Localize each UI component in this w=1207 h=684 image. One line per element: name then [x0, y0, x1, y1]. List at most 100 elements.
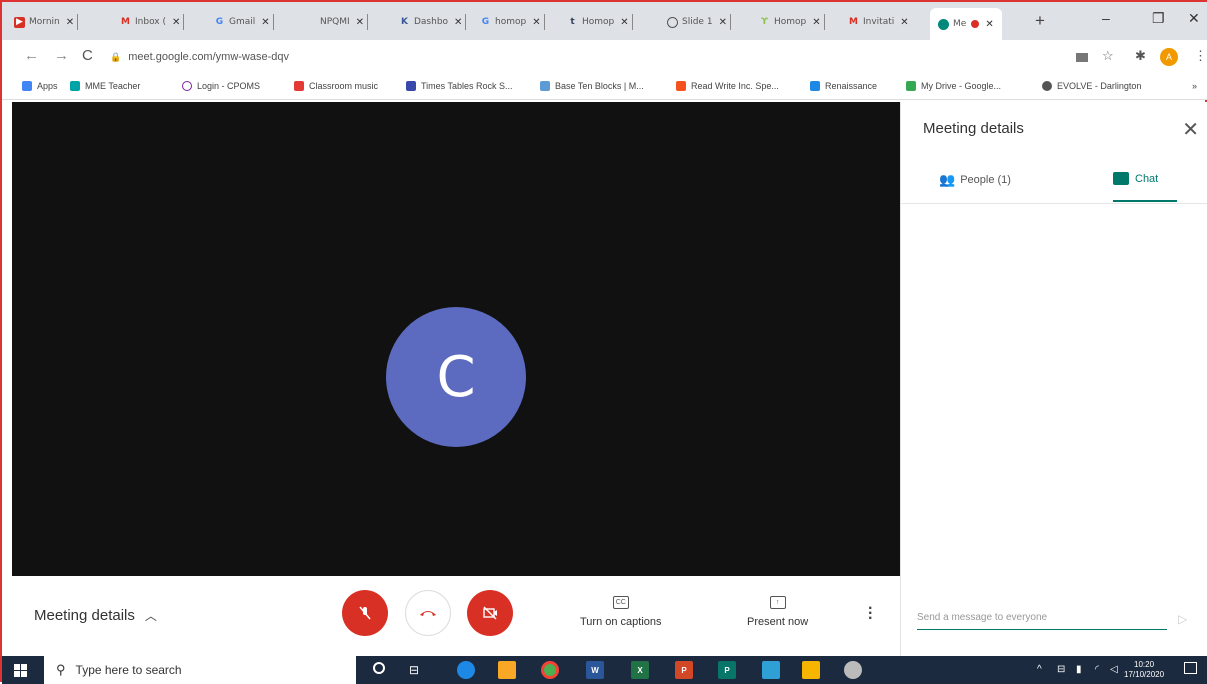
- drive-icon: [906, 81, 916, 91]
- word-icon[interactable]: W: [586, 661, 604, 679]
- bookmark-renaissance[interactable]: Renaissance: [810, 81, 877, 91]
- chat-icon: [1113, 172, 1129, 185]
- edge-icon[interactable]: [457, 661, 475, 679]
- mme-icon: [70, 81, 80, 91]
- tab-8[interactable]: Slide 1 ✕: [667, 10, 731, 34]
- close-icon[interactable]: ✕: [454, 17, 462, 28]
- close-window-button[interactable]: ✕: [1188, 10, 1200, 27]
- extensions-icon[interactable]: ✱: [1135, 48, 1146, 64]
- system-clock[interactable]: 10:20 17/10/2020: [1124, 660, 1164, 680]
- tab-title: Gmail: [229, 17, 256, 27]
- app-icon[interactable]: [762, 661, 780, 679]
- bookmark-base-ten[interactable]: Base Ten Blocks | M...: [540, 81, 644, 91]
- close-icon[interactable]: ✕: [900, 17, 908, 28]
- bookmark-apps[interactable]: Apps: [22, 81, 58, 91]
- paint-icon[interactable]: [844, 661, 862, 679]
- tab-title: Dashbo: [413, 17, 448, 27]
- close-icon[interactable]: ✕: [261, 17, 269, 28]
- tab-7[interactable]: t Homop ✕: [567, 10, 633, 34]
- bookmark-evolve[interactable]: EVOLVE - Darlington: [1042, 81, 1141, 91]
- close-icon[interactable]: ✕: [172, 17, 180, 28]
- mic-toggle-button[interactable]: [342, 590, 388, 636]
- tab-people[interactable]: 👥 People (1): [939, 172, 1011, 188]
- meeting-details-panel: Meeting details ✕ 👥 People (1) Chat Send…: [900, 102, 1207, 656]
- camera-toggle-button[interactable]: [467, 590, 513, 636]
- panel-title: Meeting details: [923, 120, 1024, 137]
- bookmark-label: Read Write Inc. Spe...: [691, 81, 779, 91]
- url-text: meet.google.com/ymw-wase-dqv: [128, 51, 290, 63]
- publisher-icon[interactable]: P: [718, 661, 736, 679]
- tab-3[interactable]: G Gmail ✕: [214, 10, 274, 34]
- close-icon[interactable]: ✕: [620, 17, 628, 28]
- windows-start-icon[interactable]: [14, 664, 27, 677]
- powerpoint-icon[interactable]: P: [675, 661, 693, 679]
- menu-icon[interactable]: ⋮: [1194, 48, 1207, 64]
- bookmark-cpoms[interactable]: Login - CPOMS: [182, 81, 260, 91]
- cortana-icon[interactable]: [373, 662, 385, 674]
- excel-icon[interactable]: X: [631, 661, 649, 679]
- tab-chat[interactable]: Chat: [1113, 172, 1158, 185]
- tab-title: Invitati: [863, 17, 895, 27]
- windows-taskbar: ⚲ Type here to search ⊟ W X P P ^ ⊟ ▮ ◜ …: [2, 656, 1207, 684]
- back-icon[interactable]: ←: [24, 47, 39, 64]
- file-explorer-icon[interactable]: [498, 661, 516, 679]
- chat-message-input[interactable]: Send a message to everyone: [917, 610, 1167, 630]
- close-icon[interactable]: ✕: [532, 17, 540, 28]
- bookmarks-overflow-button[interactable]: »: [1192, 81, 1197, 91]
- tab-6[interactable]: G homop ✕: [480, 10, 545, 34]
- maximize-button[interactable]: ❐: [1152, 10, 1165, 27]
- tab-active-meet[interactable]: Me ✕: [930, 8, 1002, 40]
- close-icon[interactable]: ✕: [66, 17, 74, 28]
- meeting-details-button[interactable]: Meeting details ︿: [34, 607, 157, 624]
- minimize-button[interactable]: –: [1102, 10, 1110, 26]
- ttrs-icon: [406, 81, 416, 91]
- present-now-button[interactable]: ↑ Present now: [747, 596, 808, 628]
- bookmark-my-drive[interactable]: My Drive - Google...: [906, 81, 1001, 91]
- rwi-icon: [676, 81, 686, 91]
- close-icon[interactable]: ✕: [719, 17, 727, 28]
- camera-icon[interactable]: [1076, 53, 1088, 62]
- captions-button[interactable]: CC Turn on captions: [580, 596, 662, 628]
- tab-title: Me: [953, 19, 967, 29]
- network-icon[interactable]: ⊟: [1057, 664, 1065, 675]
- battery-icon[interactable]: ▮: [1076, 664, 1082, 675]
- bookmark-classroom-music[interactable]: Classroom music: [294, 81, 378, 91]
- tab-1[interactable]: ▶ Mornin ✕: [14, 10, 79, 34]
- tray-chevron-icon[interactable]: ^: [1037, 664, 1042, 675]
- address-bar[interactable]: 🔒 meet.google.com/ymw-wase-dqv: [110, 46, 1050, 68]
- bookmark-label: MME Teacher: [85, 81, 141, 91]
- leave-call-button[interactable]: [405, 590, 451, 636]
- camera-off-icon: [483, 606, 497, 620]
- bookmark-mme-teacher[interactable]: MME Teacher: [70, 81, 140, 91]
- volume-icon[interactable]: ◁: [1110, 664, 1118, 675]
- star-icon[interactable]: ☆: [1102, 48, 1114, 64]
- forward-icon[interactable]: →: [54, 47, 69, 64]
- task-view-icon[interactable]: ⊟: [409, 663, 419, 677]
- tab-2[interactable]: M Inbox ( ✕: [120, 10, 185, 34]
- sticky-notes-icon[interactable]: [802, 661, 820, 679]
- tab-9[interactable]: ϒ Homop ✕: [759, 10, 825, 34]
- send-icon[interactable]: ▷: [1178, 612, 1187, 626]
- close-icon[interactable]: ✕: [812, 17, 820, 28]
- tab-4[interactable]: NPQMI ✕: [320, 10, 369, 34]
- chrome-icon[interactable]: [541, 661, 559, 679]
- taskbar-search-input[interactable]: ⚲ Type here to search: [44, 656, 356, 684]
- reload-icon[interactable]: C: [82, 47, 93, 64]
- present-label: Present now: [747, 616, 809, 628]
- bookmark-ttrs[interactable]: Times Tables Rock S...: [406, 81, 513, 91]
- bookmark-rwi[interactable]: Read Write Inc. Spe...: [676, 81, 779, 91]
- close-icon[interactable]: ✕: [356, 17, 364, 28]
- profile-avatar[interactable]: A: [1160, 48, 1178, 66]
- tab-5[interactable]: K Dashbo ✕: [399, 10, 467, 34]
- new-tab-button[interactable]: +: [1035, 11, 1045, 31]
- bookmark-label: Apps: [37, 81, 58, 91]
- meeting-details-label: Meeting details: [34, 607, 135, 624]
- wifi-icon[interactable]: ◜: [1095, 664, 1099, 675]
- notifications-icon[interactable]: [1184, 662, 1197, 674]
- close-icon[interactable]: ✕: [985, 19, 993, 30]
- tab-10[interactable]: M Invitati ✕: [848, 10, 909, 34]
- youtube-icon: [294, 81, 304, 91]
- meet-control-bar: Meeting details ︿ CC Turn on captions ↑ …: [12, 576, 900, 656]
- close-icon[interactable]: ✕: [1182, 117, 1199, 142]
- more-options-icon[interactable]: · · ·: [868, 601, 873, 627]
